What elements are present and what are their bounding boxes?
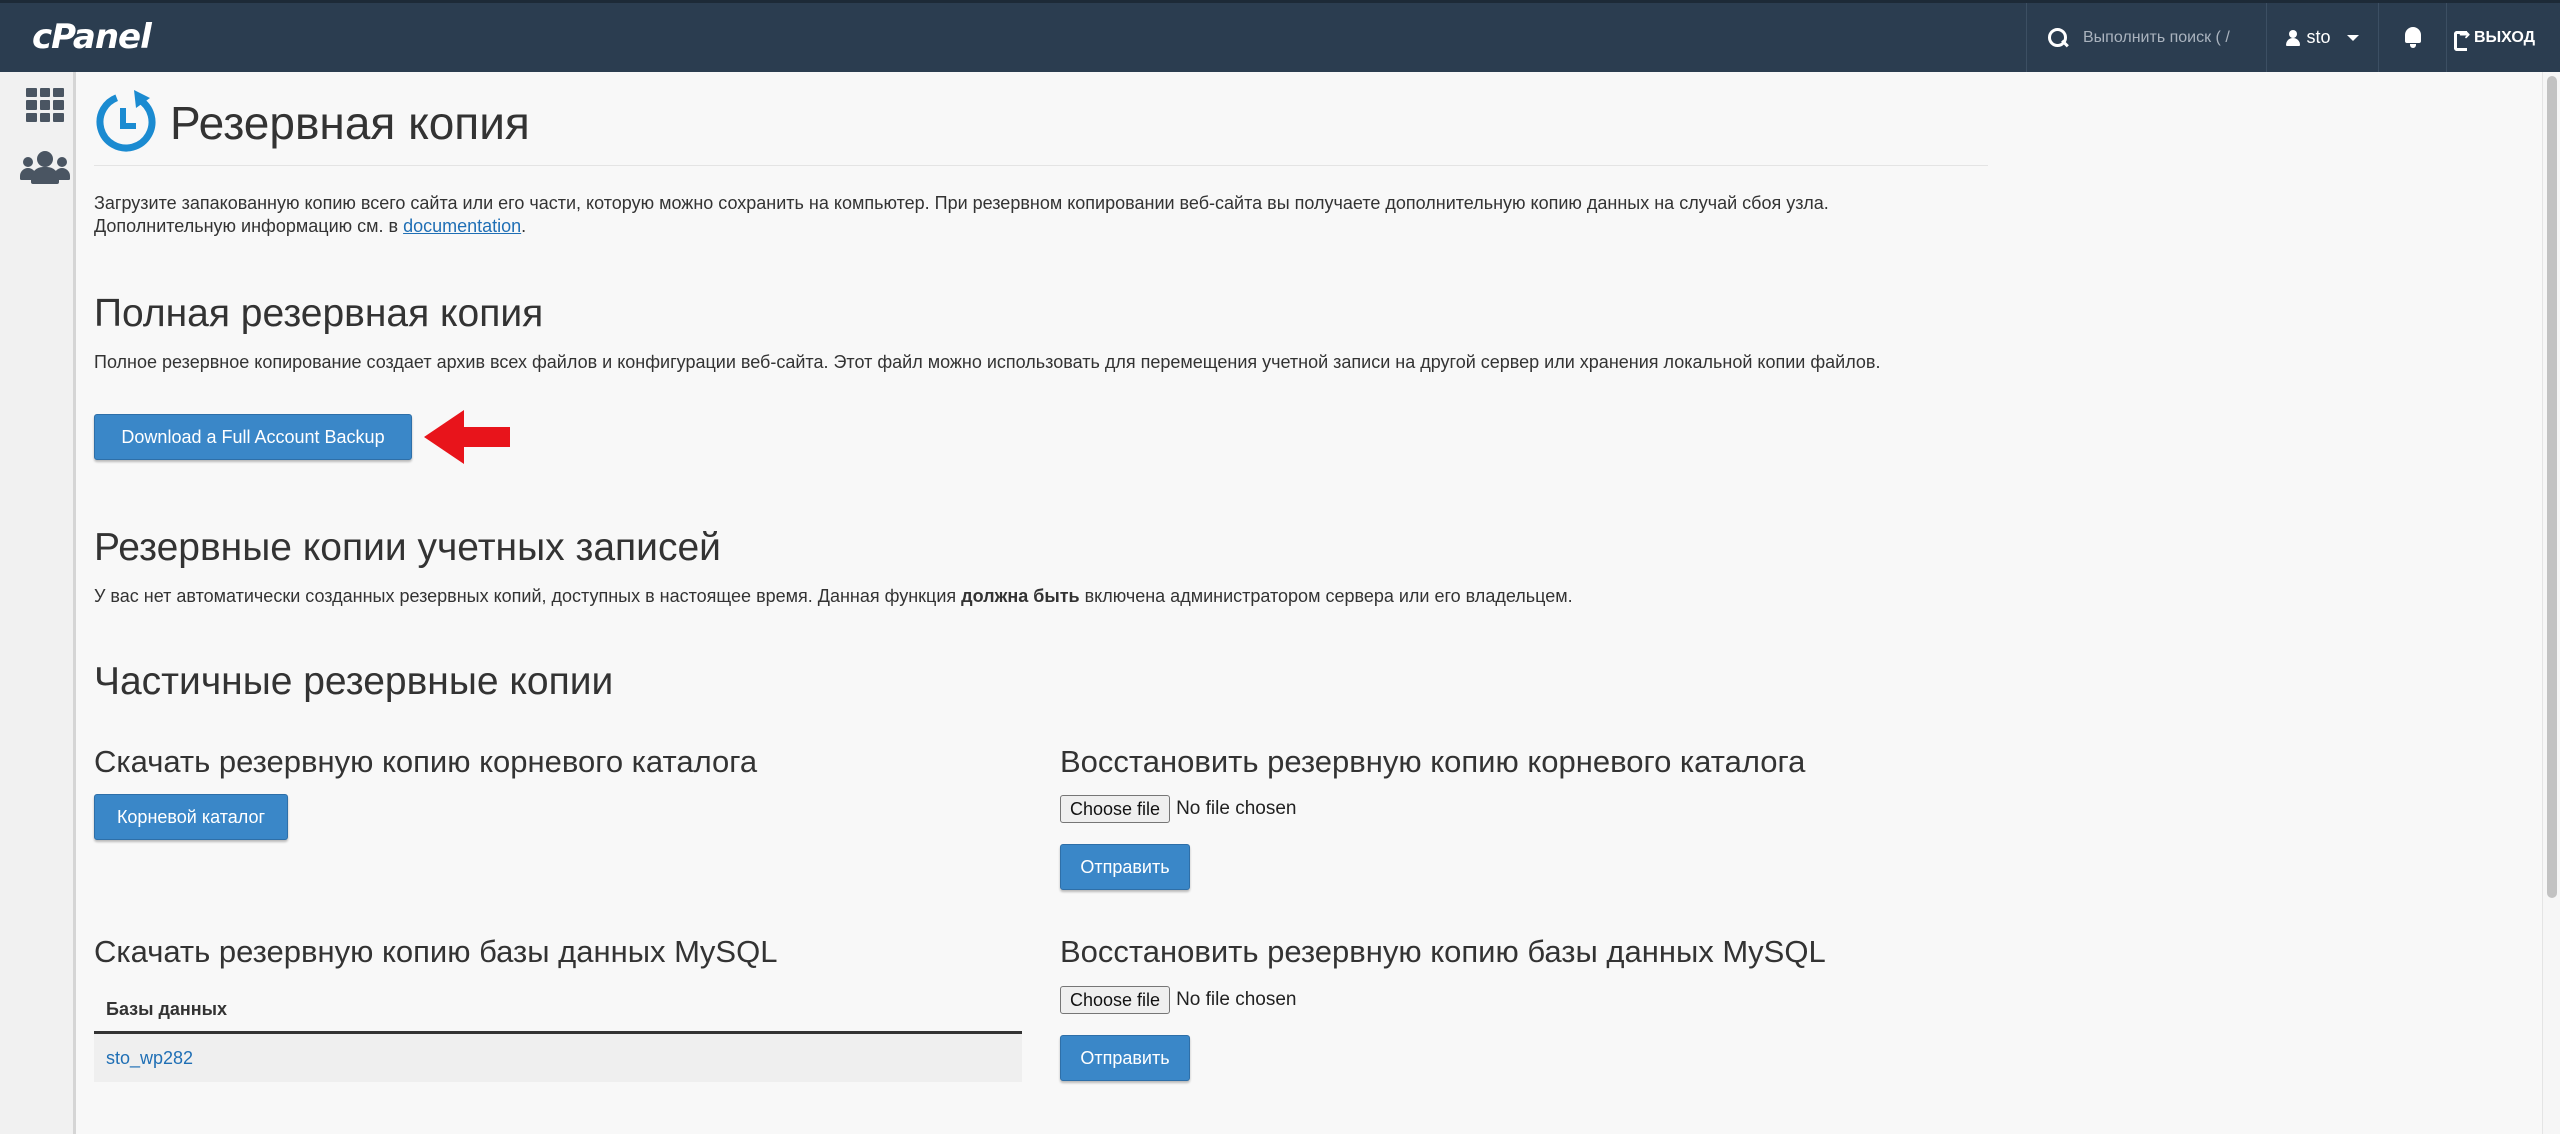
- notifications-button[interactable]: [2378, 3, 2446, 72]
- page-scrollbar[interactable]: [2542, 72, 2560, 1134]
- no-file-label: No file chosen: [1176, 989, 1297, 1010]
- full-backup-heading: Полная резервная копия: [94, 292, 544, 335]
- mysql-restore-file-input[interactable]: Choose file No file chosen: [1060, 986, 1296, 1014]
- bell-icon: [2403, 26, 2423, 49]
- home-restore-file-input[interactable]: Choose file No file chosen: [1060, 795, 1296, 823]
- account-backups-description: У вас нет автоматически созданных резерв…: [94, 586, 1573, 607]
- intro-text: Загрузите запакованную копию всего сайта…: [94, 192, 2034, 238]
- choose-file-button[interactable]: Choose file: [1060, 986, 1171, 1014]
- mysql-restore-heading: Восстановить резервную копию базы данных…: [1060, 934, 1826, 969]
- username: sto: [2306, 27, 2331, 47]
- search-input[interactable]: [2083, 28, 2253, 47]
- red-arrow-icon: [424, 410, 510, 464]
- page-header: Резервная копия: [94, 86, 1988, 166]
- logout-button[interactable]: ВЫХОД: [2446, 3, 2542, 72]
- databases-table-header: Базы данных: [94, 988, 1022, 1034]
- intro-line-2: Дополнительную информацию см. в document…: [94, 215, 2034, 238]
- intro-line-1: Загрузите запакованную копию всего сайта…: [94, 193, 1829, 213]
- top-navbar: cPanel sto ВЫХОД: [0, 0, 2560, 72]
- logout-icon: [2453, 27, 2471, 51]
- choose-file-button[interactable]: Choose file: [1060, 795, 1171, 823]
- mysql-restore-submit-button[interactable]: Отправить: [1060, 1035, 1190, 1081]
- full-backup-description: Полное резервное копирование создает арх…: [94, 352, 1881, 372]
- backup-clock-icon: [96, 90, 156, 152]
- account-backups-heading: Резервные копии учетных записей: [94, 526, 721, 569]
- no-file-label: No file chosen: [1176, 798, 1297, 819]
- intro-end: .: [521, 216, 527, 236]
- account-backups-desc-bold: должна быть: [961, 586, 1080, 606]
- home-restore-submit-button[interactable]: Отправить: [1060, 844, 1190, 890]
- logout-label: ВЫХОД: [2473, 28, 2536, 46]
- home-restore-heading: Восстановить резервную копию корневого к…: [1060, 744, 1806, 779]
- users-icon[interactable]: [20, 150, 70, 184]
- partial-backups-heading: Частичные резервные копии: [94, 660, 614, 703]
- user-icon: [2286, 29, 2301, 46]
- home-directory-button[interactable]: Корневой каталог: [94, 794, 288, 840]
- mysql-download-heading: Скачать резервную копию базы данных MySQ…: [94, 934, 778, 969]
- database-link[interactable]: sto_wp282: [94, 1034, 1022, 1082]
- download-full-backup-button[interactable]: Download a Full Account Backup: [94, 414, 412, 460]
- account-backups-desc-start: У вас нет автоматически созданных резерв…: [94, 586, 962, 606]
- home-download-heading: Скачать резервную копию корневого катало…: [94, 744, 758, 779]
- navbar-right: sto ВЫХОД: [2026, 3, 2542, 72]
- user-menu[interactable]: sto: [2266, 3, 2378, 72]
- scrollbar-thumb[interactable]: [2547, 76, 2557, 898]
- cpanel-logo[interactable]: cPanel: [32, 17, 152, 57]
- intro-more-text: Дополнительную информацию см. в: [94, 216, 404, 236]
- documentation-link[interactable]: documentation: [403, 216, 521, 236]
- left-sidebar: [0, 72, 76, 1134]
- account-backups-desc-end: включена администратором сервера или его…: [1079, 586, 1573, 606]
- page-title: Резервная копия: [170, 97, 530, 149]
- apps-grid-icon[interactable]: [26, 88, 64, 122]
- search-box[interactable]: [2026, 3, 2266, 72]
- databases-table: Базы данных sto_wp282: [94, 988, 1022, 1082]
- search-icon: [2047, 27, 2069, 49]
- chevron-down-icon: [2346, 34, 2359, 41]
